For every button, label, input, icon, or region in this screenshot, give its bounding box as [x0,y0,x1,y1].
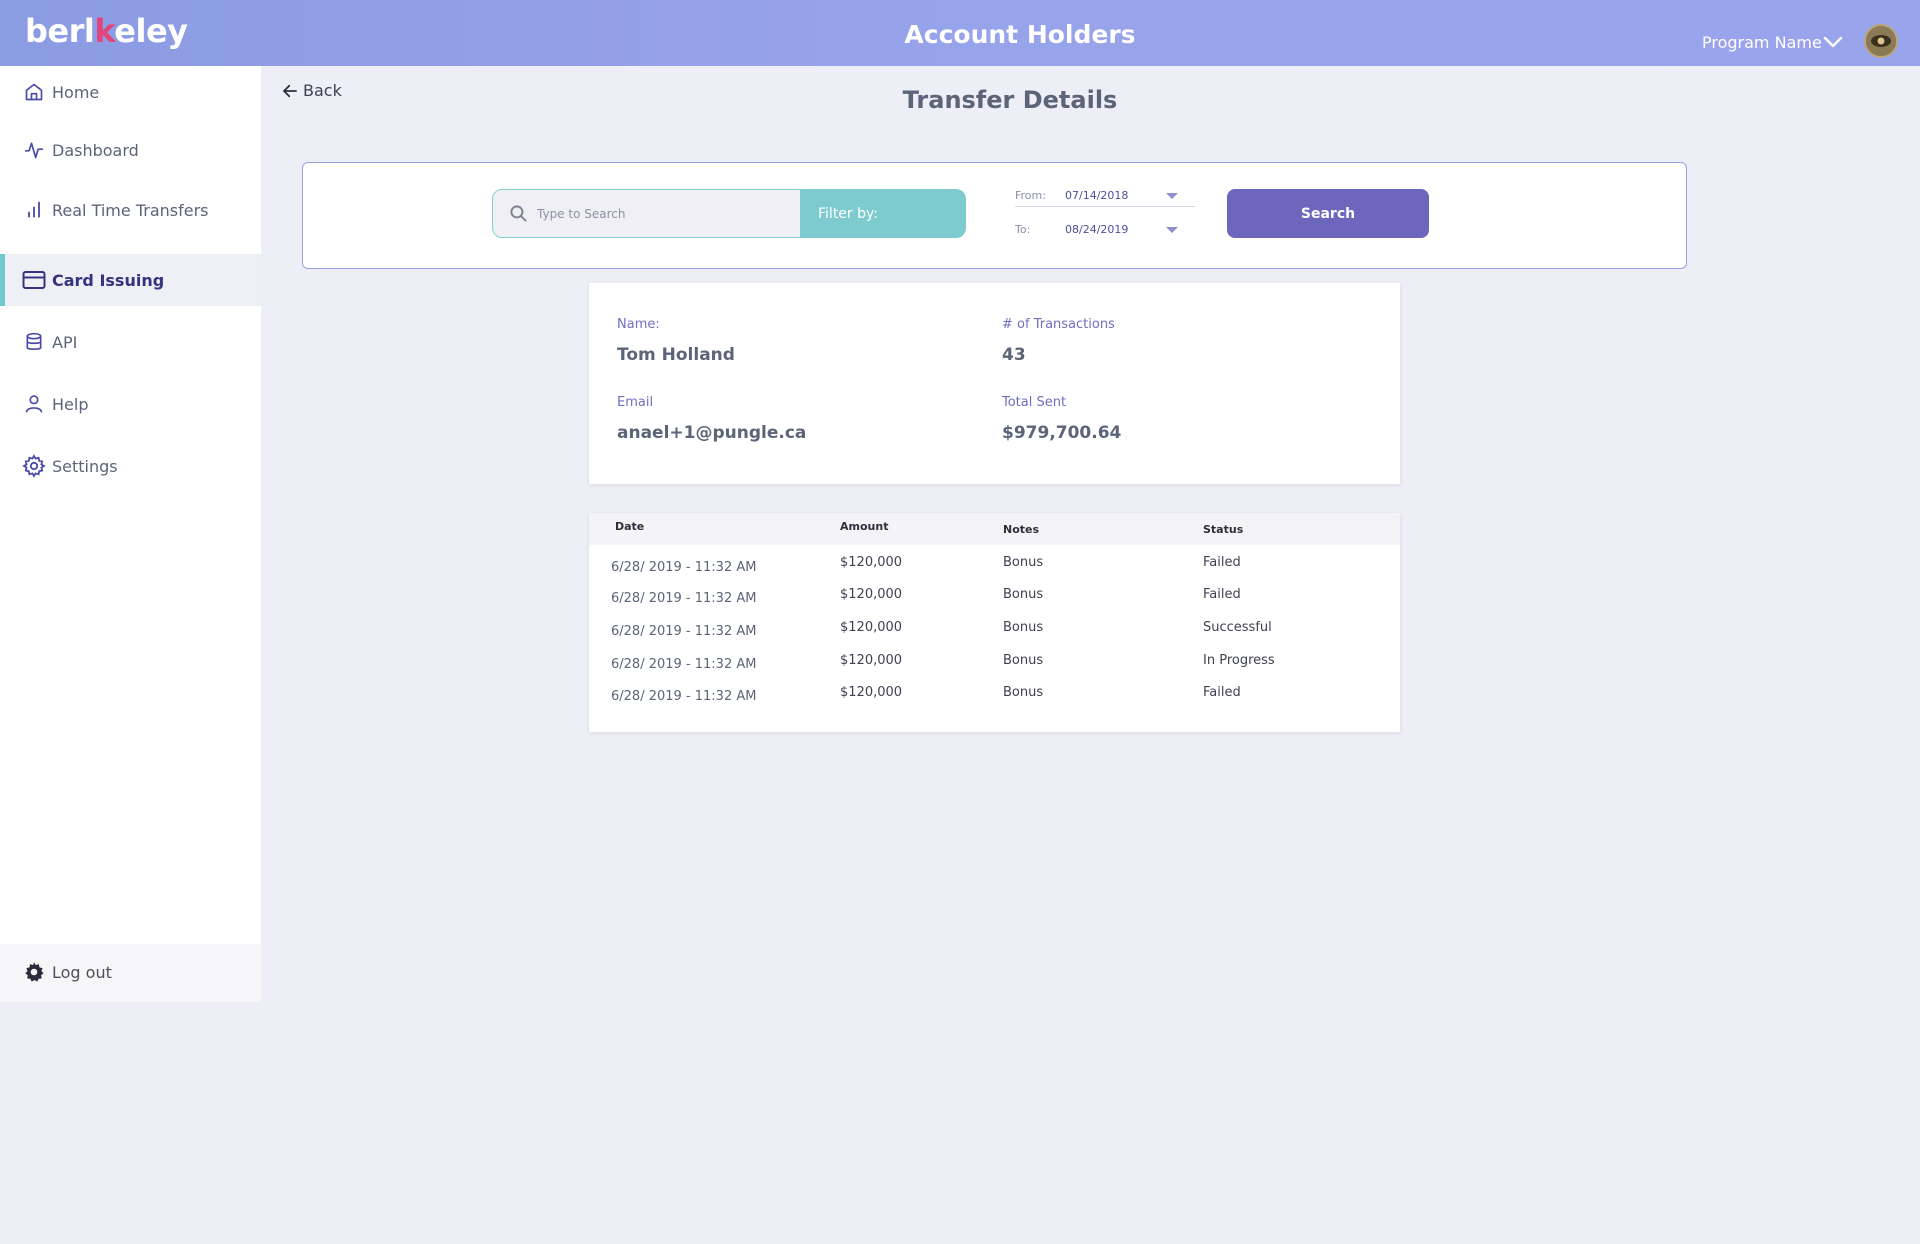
caret-down-icon[interactable] [1166,227,1178,233]
transactions-label: # of Transactions [1002,317,1115,332]
cell-amount: $120,000 [840,555,903,570]
cell-status: Failed [1203,587,1241,602]
credit-card-icon [22,268,46,292]
sidebar-item-help[interactable]: Help [0,378,261,430]
active-indicator [0,254,5,306]
date-from-value: 07/14/2018 [1065,189,1129,202]
sidebar-item-dashboard[interactable]: Dashboard [0,124,261,176]
cell-amount: $120,000 [840,587,903,602]
table-header: Date Amount Notes Status [589,513,1400,545]
cell-date: 6/28/ 2019 - 11:32 AM [611,560,757,575]
search-icon [510,205,527,222]
total-sent-label: Total Sent [1002,395,1067,410]
date-to-label: To: [1015,223,1031,236]
sidebar-item-label: Dashboard [52,140,139,160]
logout-label: Log out [52,963,112,982]
cell-status: Failed [1203,685,1241,700]
column-header-amount[interactable]: Amount [840,520,888,533]
bar-chart-icon [22,198,46,222]
sidebar-item-settings[interactable]: Settings [0,440,261,492]
date-from-label: From: [1015,189,1046,202]
cell-amount: $120,000 [840,620,903,635]
cell-notes: Bonus [1003,685,1044,700]
email-label: Email [617,395,654,410]
activity-icon [22,138,46,162]
name-value: Tom Holland [617,345,735,365]
program-selector-label[interactable]: Program Name [1702,33,1822,52]
date-to-value: 08/24/2019 [1065,223,1129,236]
email-value: anael+1@pungle.ca [617,423,807,443]
date-to-picker[interactable]: To: 08/24/2019 [1015,221,1178,241]
cell-date: 6/28/ 2019 - 11:32 AM [611,624,757,639]
search-button[interactable]: Search [1227,189,1429,238]
cell-status: Failed [1203,555,1241,570]
caret-down-icon[interactable] [1166,193,1178,199]
sidebar: Home Dashboard Real Time Transfers Card … [0,66,261,1002]
database-icon [22,330,46,354]
search-box[interactable] [492,189,802,238]
cell-amount: $120,000 [840,653,903,668]
avatar-image [1866,26,1896,56]
column-header-status[interactable]: Status [1203,523,1243,536]
cell-status: Successful [1203,620,1272,635]
cell-notes: Bonus [1003,555,1044,570]
total-sent-value: $979,700.64 [1002,423,1122,443]
logout-button[interactable]: Log out [0,944,261,1002]
sidebar-item-label: Settings [52,456,118,476]
sidebar-item-real-time-transfers[interactable]: Real Time Transfers [0,184,261,236]
top-bar: berlkeley Account Holders Program Name [0,0,1920,66]
transactions-value: 43 [1002,345,1026,365]
page-title: Transfer Details [902,86,1118,114]
avatar[interactable] [1864,24,1898,58]
column-header-date[interactable]: Date [615,520,644,533]
cell-notes: Bonus [1003,653,1044,668]
sidebar-item-label: Card Issuing [52,270,165,290]
cell-amount: $120,000 [840,685,903,700]
sidebar-item-label: Help [52,394,89,414]
search-panel: Filter by: From: 07/14/2018 To: 08/24/20… [302,162,1687,269]
header-title: Account Holders [904,20,1136,49]
sidebar-item-api[interactable]: API [0,316,261,368]
account-summary-card: Name: Tom Holland # of Transactions 43 E… [589,283,1400,484]
cell-date: 6/28/ 2019 - 11:32 AM [611,591,757,606]
search-input[interactable] [537,200,787,228]
name-label: Name: [617,317,660,332]
sidebar-item-label: API [52,332,78,352]
transfers-table: Date Amount Notes Status 6/28/ 2019 - 11… [589,513,1400,732]
date-from-picker[interactable]: From: 07/14/2018 [1015,187,1195,207]
gear-icon [22,454,46,478]
sidebar-item-label: Real Time Transfers [52,200,209,220]
column-header-notes[interactable]: Notes [1003,523,1039,536]
cell-date: 6/28/ 2019 - 11:32 AM [611,689,757,704]
cell-status: In Progress [1203,653,1275,668]
cell-notes: Bonus [1003,587,1044,602]
cell-notes: Bonus [1003,620,1044,635]
user-icon [22,392,46,416]
cell-date: 6/28/ 2019 - 11:32 AM [611,657,757,672]
filter-by-dropdown[interactable]: Filter by: [800,189,966,238]
chevron-down-icon[interactable] [1822,34,1844,50]
sidebar-item-card-issuing[interactable]: Card Issuing [0,254,261,306]
gear-icon [25,962,44,982]
